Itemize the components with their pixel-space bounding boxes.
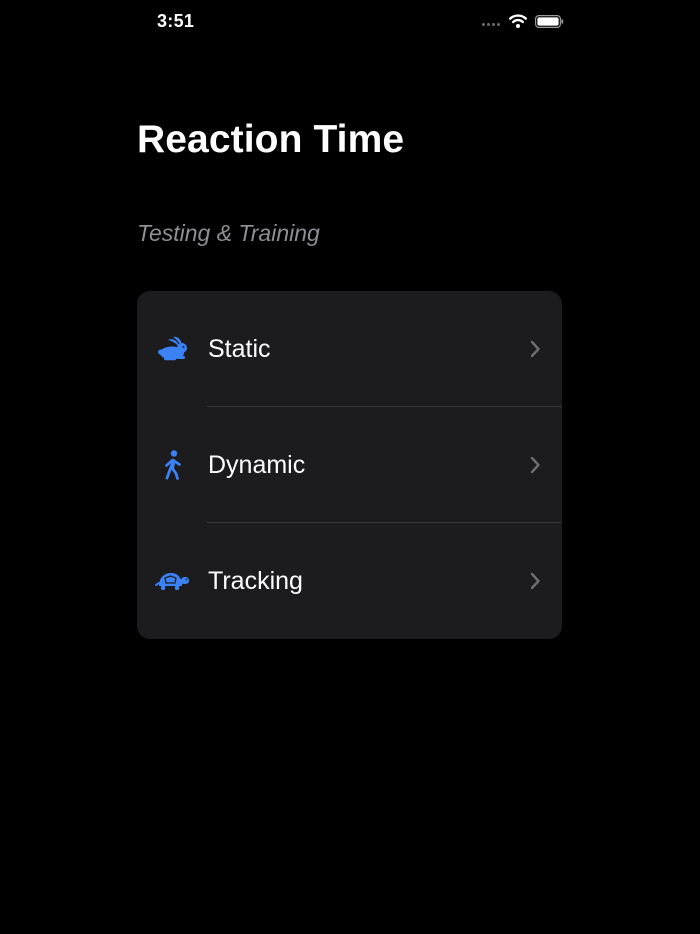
page-title: Reaction Time xyxy=(137,118,405,161)
status-icons xyxy=(482,13,566,31)
wifi-icon xyxy=(509,14,527,28)
menu-item-dynamic[interactable]: Dynamic xyxy=(137,407,562,523)
mode-menu: Static Dynamic Tracking xyxy=(137,291,562,639)
status-bar: 3:51 xyxy=(0,0,700,44)
menu-item-tracking[interactable]: Tracking xyxy=(137,523,562,639)
menu-item-label: Dynamic xyxy=(208,451,306,479)
menu-item-label: Static xyxy=(208,335,271,363)
chevron-right-icon xyxy=(530,340,540,358)
turtle-icon xyxy=(155,573,190,590)
chevron-right-icon xyxy=(530,572,540,590)
rabbit-icon xyxy=(158,336,187,361)
menu-item-static[interactable]: Static xyxy=(137,291,562,407)
battery-icon xyxy=(535,15,564,28)
page-subtitle: Testing & Training xyxy=(137,220,320,246)
menu-item-label: Tracking xyxy=(208,567,303,595)
status-time: 3:51 xyxy=(157,11,195,31)
chevron-right-icon xyxy=(530,456,540,474)
walking-person-icon xyxy=(165,450,181,480)
signal-dots-icon xyxy=(482,23,502,26)
